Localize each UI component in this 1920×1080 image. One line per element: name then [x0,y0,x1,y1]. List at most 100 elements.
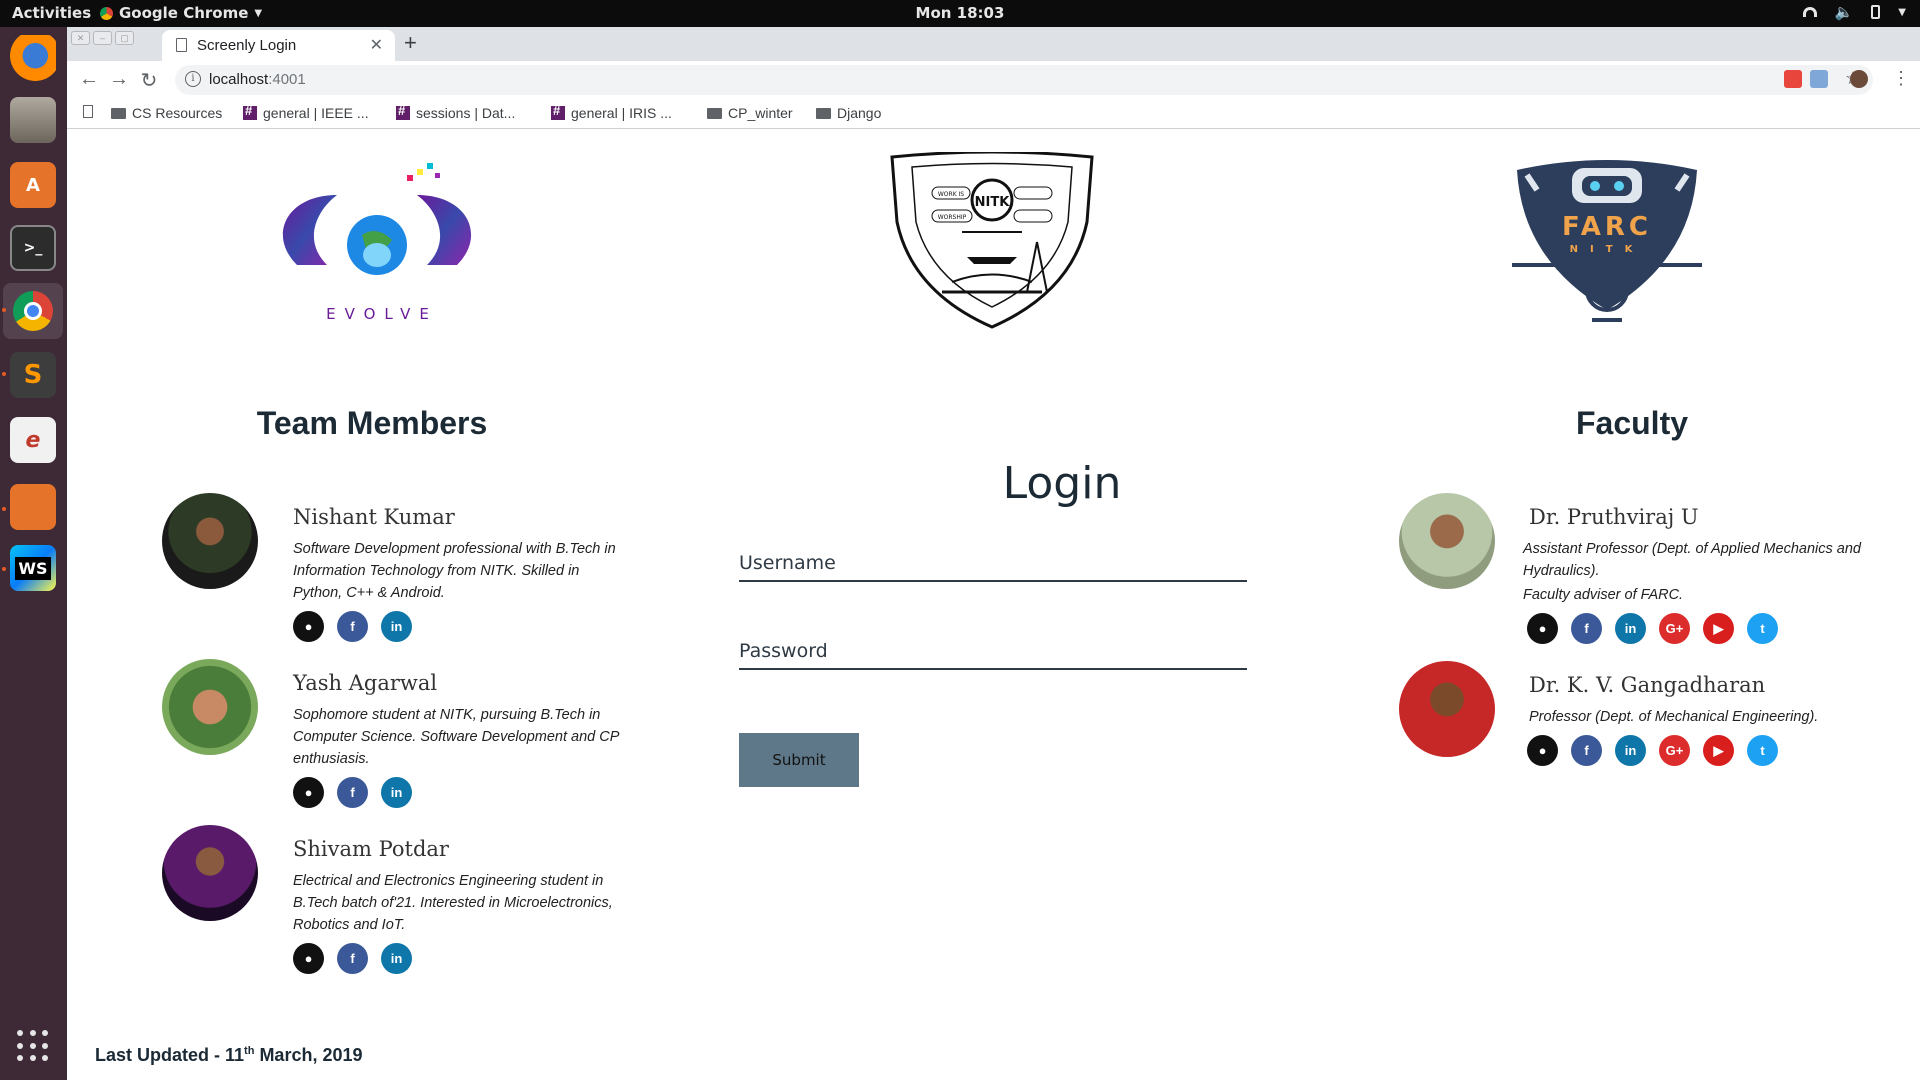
bookmark-django[interactable]: Django [816,105,881,121]
battery-icon [1871,5,1881,19]
last-updated-footer: Last Updated - 11th March, 2019 [95,1045,363,1065]
tab-strip: ✕ – ▢ Screenly Login ✕ + [67,27,1920,61]
github-icon[interactable]: ● [1527,735,1558,766]
twitter-icon[interactable]: t [1747,735,1778,766]
google-plus-icon[interactable]: G+ [1659,735,1690,766]
software-center-icon[interactable]: A [10,162,56,208]
facebook-icon[interactable]: f [1571,613,1602,644]
youtube-icon[interactable]: ▶ [1703,735,1734,766]
member-name: Nishant Kumar [293,505,455,529]
bookmark-general-ieee[interactable]: general | IEEE ... [243,103,369,121]
svg-text:WORSHIP: WORSHIP [938,214,967,221]
new-tab-button[interactable]: + [404,30,417,56]
file-cabinet-icon[interactable] [10,97,56,143]
webstorm-icon[interactable]: WS [10,545,56,591]
extension-icon[interactable] [1784,70,1802,88]
avatar [162,493,258,589]
menu-kebab-icon[interactable]: ⋮ [1889,68,1913,89]
facebook-icon[interactable]: f [337,611,368,642]
system-tray[interactable]: 🔈 ▼ [1802,3,1906,21]
extension-icon[interactable] [1810,70,1828,88]
info-icon[interactable]: i [185,71,201,87]
files-icon[interactable] [10,484,56,530]
avatar [162,659,258,755]
facebook-icon[interactable]: f [337,943,368,974]
apps-shortcut[interactable] [83,105,93,118]
firefox-icon[interactable] [10,35,56,81]
team-members-title: Team Members [256,405,488,441]
member-social-links: ● f in [293,943,412,974]
volume-icon: 🔈 [1834,3,1854,21]
faculty-description: Assistant Professor (Dept. of Applied Me… [1523,541,1861,579]
faculty-social-links: ● f in G+ ▶ t [1527,735,1778,766]
password-input[interactable] [739,628,1247,670]
url-text: localhost:4001 [209,71,306,88]
close-window-icon[interactable]: ✕ [71,31,90,45]
document-viewer-icon[interactable]: e [10,417,56,463]
page-content: EVOLVE NITK WORK IS WORSHIP FARC NITK Te… [67,130,1920,1080]
farc-logo: FARC NITK [1512,160,1702,322]
minimize-window-icon[interactable]: – [93,31,112,45]
linkedin-icon[interactable]: in [1615,735,1646,766]
nitk-emblem: NITK WORK IS WORSHIP [890,152,1094,329]
forward-icon[interactable]: → [107,68,131,91]
maximize-window-icon[interactable]: ▢ [115,31,134,45]
github-icon[interactable]: ● [293,943,324,974]
google-plus-icon[interactable]: G+ [1659,613,1690,644]
running-indicator [2,372,6,376]
activities-button[interactable]: Activities [12,4,91,22]
slack-icon [396,103,410,120]
address-bar[interactable]: i localhost:4001 ☆ [175,65,1873,95]
member-name: Yash Agarwal [293,671,438,695]
terminal-icon[interactable]: >_ [10,225,56,271]
faculty-social-links: ● f in G+ ▶ t [1527,613,1778,644]
show-applications-button[interactable] [17,1030,49,1062]
sublime-text-icon[interactable]: S [10,352,56,398]
bookmark-cp-winter[interactable]: CP_winter [707,105,793,121]
github-icon[interactable]: ● [1527,613,1558,644]
bookmark-cs-resources[interactable]: CS Resources [111,105,222,121]
window-controls: ✕ – ▢ [71,31,134,45]
avatar [162,825,258,921]
submit-button[interactable]: Submit [739,733,859,787]
running-indicator [2,507,6,511]
tab-screenly-login[interactable]: Screenly Login ✕ [162,30,395,61]
faculty-name: Dr. K. V. Gangadharan [1529,673,1766,697]
member-description: Electrical and Electronics Engineering s… [293,873,613,933]
username-input[interactable] [739,540,1247,582]
member-name: Shivam Potdar [293,837,449,861]
slack-icon [243,103,257,120]
facebook-icon[interactable]: f [1571,735,1602,766]
svg-text:WORK IS: WORK IS [938,191,964,198]
evolve-logo-text: EVOLVE [326,305,438,323]
linkedin-icon[interactable]: in [381,611,412,642]
profile-avatar[interactable] [1850,70,1868,88]
chevron-down-icon: ▼ [254,7,263,19]
running-indicator [2,567,6,571]
folder-icon [707,107,722,119]
faculty-description: Professor (Dept. of Mechanical Engineeri… [1529,709,1819,725]
facebook-icon[interactable]: f [337,777,368,808]
page-icon [83,105,93,118]
linkedin-icon[interactable]: in [1615,613,1646,644]
linkedin-icon[interactable]: in [381,943,412,974]
app-menu[interactable]: Google Chrome ▼ [100,4,262,22]
youtube-icon[interactable]: ▶ [1703,613,1734,644]
github-icon[interactable]: ● [293,611,324,642]
system-top-bar: Activities Google Chrome ▼ Mon 18:03 🔈 ▼ [0,0,1920,27]
system-clock[interactable]: Mon 18:03 [0,4,1920,22]
back-icon[interactable]: ← [77,68,101,91]
member-social-links: ● f in [293,611,412,642]
login-title: Login [1002,458,1122,509]
chrome-small-icon [100,6,113,20]
linkedin-icon[interactable]: in [381,777,412,808]
tab-title: Screenly Login [197,37,297,54]
reload-icon[interactable]: ↻ [137,68,161,93]
chrome-icon[interactable] [3,283,63,339]
twitter-icon[interactable]: t [1747,613,1778,644]
bookmark-sessions[interactable]: sessions | Dat... [396,103,515,121]
close-tab-icon[interactable]: ✕ [370,35,383,55]
github-icon[interactable]: ● [293,777,324,808]
app-menu-label: Google Chrome [119,4,249,22]
bookmark-general-iris[interactable]: general | IRIS ... [551,103,672,121]
